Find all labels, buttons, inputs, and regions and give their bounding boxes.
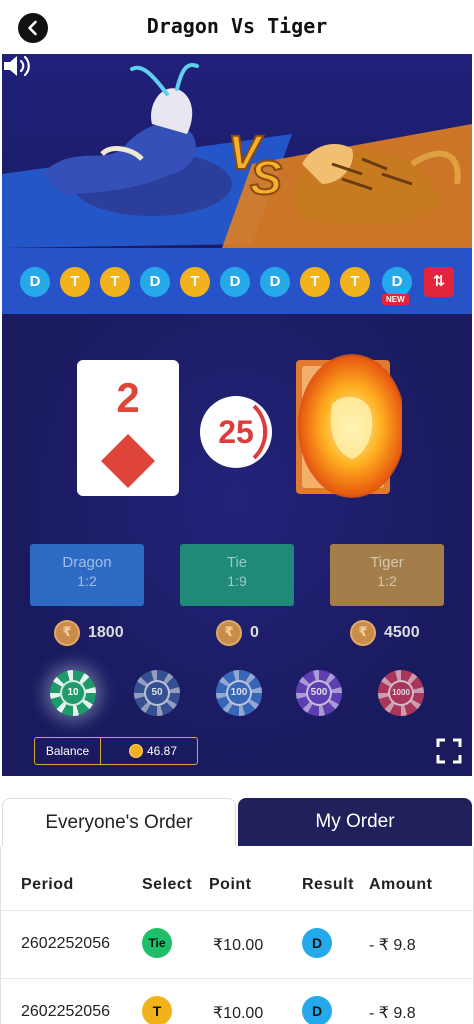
tab-everyones-order[interactable]: Everyone's Order bbox=[2, 798, 236, 846]
bet-tiger-label: Tiger bbox=[370, 554, 404, 571]
game-banner: V S bbox=[2, 54, 472, 248]
balance-value: 46.87 bbox=[147, 744, 178, 758]
column-header: Select bbox=[142, 876, 193, 893]
column-header: Point bbox=[209, 876, 252, 893]
bet-dragon-label: Dragon bbox=[62, 554, 112, 571]
history-bead: T bbox=[300, 267, 330, 297]
history-bead: D bbox=[382, 267, 412, 297]
dragon-pot-value: 1800 bbox=[88, 624, 124, 641]
new-badge: NEW bbox=[382, 294, 409, 305]
tiger-pot-value: 4500 bbox=[384, 624, 420, 641]
fullscreen-icon[interactable] bbox=[436, 738, 462, 764]
tie-pot-value: 0 bbox=[250, 624, 259, 641]
page-title: Dragon Vs Tiger bbox=[146, 14, 328, 38]
period-cell: 2602252056 bbox=[21, 935, 110, 952]
speaker-icon[interactable] bbox=[2, 54, 32, 78]
order-tabs: Everyone's Order My Order bbox=[0, 796, 474, 846]
svg-text:S: S bbox=[250, 152, 282, 205]
column-header: Result bbox=[302, 876, 354, 893]
point-cell: ₹10.00 bbox=[213, 937, 264, 954]
table-row: 2602252056 T ₹10.00 D - ₹ 9.8 bbox=[1, 978, 474, 1024]
game-table: 2 25 Dragon 1:2 Tie 1:9 Tiger 1:2 ₹ 1800… bbox=[2, 314, 472, 776]
card-rank: 2 bbox=[116, 374, 140, 421]
tab-my-order[interactable]: My Order bbox=[238, 798, 472, 846]
coin-icon bbox=[129, 744, 143, 758]
chip-500[interactable]: 500 bbox=[296, 670, 342, 716]
chip-100[interactable]: 100 bbox=[216, 670, 262, 716]
bet-tie-odds: 1:9 bbox=[227, 573, 247, 589]
orders-table: Period Select Point Result Amount 260225… bbox=[0, 846, 474, 1024]
chip-50[interactable]: 50 bbox=[134, 670, 180, 716]
dragon-vs-tiger-artwork: V S bbox=[2, 63, 472, 248]
chip-10[interactable]: 10 bbox=[50, 670, 96, 716]
column-header: Period bbox=[21, 876, 74, 893]
bet-dragon-button[interactable]: Dragon 1:2 bbox=[30, 544, 144, 606]
diamond-suit-icon bbox=[101, 434, 155, 488]
point-cell: ₹10.00 bbox=[213, 1005, 264, 1022]
history-bead: D bbox=[140, 267, 170, 297]
history-bead: T bbox=[100, 267, 130, 297]
chip-1000[interactable]: 1000 bbox=[378, 670, 424, 716]
dragon-card: 2 bbox=[77, 360, 179, 496]
bet-tie-button[interactable]: Tie 1:9 bbox=[180, 544, 294, 606]
bet-tiger-button[interactable]: Tiger 1:2 bbox=[330, 544, 444, 606]
rupee-coin-icon: ₹ bbox=[216, 620, 242, 646]
history-bead: T bbox=[60, 267, 90, 297]
bet-tie-label: Tie bbox=[226, 554, 248, 571]
column-header: Amount bbox=[369, 876, 433, 893]
history-bead: D bbox=[20, 267, 50, 297]
history-bead: D bbox=[220, 267, 250, 297]
tiger-card-back bbox=[296, 354, 402, 498]
table-row: 2602252056 Tie ₹10.00 D - ₹ 9.8 bbox=[1, 910, 474, 978]
select-badge: T bbox=[142, 996, 172, 1024]
table-header: Period Select Point Result Amount bbox=[1, 846, 474, 910]
amount-cell: - ₹ 9.8 bbox=[369, 937, 416, 954]
history-bead: T bbox=[180, 267, 210, 297]
history-bead: T bbox=[340, 267, 370, 297]
bet-dragon-odds: 1:2 bbox=[77, 573, 97, 589]
rupee-coin-icon: ₹ bbox=[54, 620, 80, 646]
history-bead: D bbox=[260, 267, 290, 297]
balance-display: Balance 46.87 bbox=[34, 737, 198, 765]
rupee-coin-icon: ₹ bbox=[350, 620, 376, 646]
history-toggle-button[interactable]: ⇅ bbox=[424, 267, 454, 297]
result-history-bar: D T T D T D D T T D NEW ⇅ bbox=[2, 248, 472, 314]
period-cell: 2602252056 bbox=[21, 1003, 110, 1020]
select-badge: Tie bbox=[142, 928, 172, 958]
balance-label: Balance bbox=[35, 738, 101, 764]
header: Dragon Vs Tiger bbox=[0, 0, 474, 54]
result-badge: D bbox=[302, 928, 332, 958]
countdown-timer: 25 bbox=[200, 396, 272, 468]
game-panel: V S D T T D T D D T T D NEW ⇅ 2 25 Drago… bbox=[2, 54, 472, 776]
bet-tiger-odds: 1:2 bbox=[377, 573, 397, 589]
amount-cell: - ₹ 9.8 bbox=[369, 1005, 416, 1022]
timer-value: 25 bbox=[218, 414, 254, 450]
result-badge: D bbox=[302, 996, 332, 1024]
